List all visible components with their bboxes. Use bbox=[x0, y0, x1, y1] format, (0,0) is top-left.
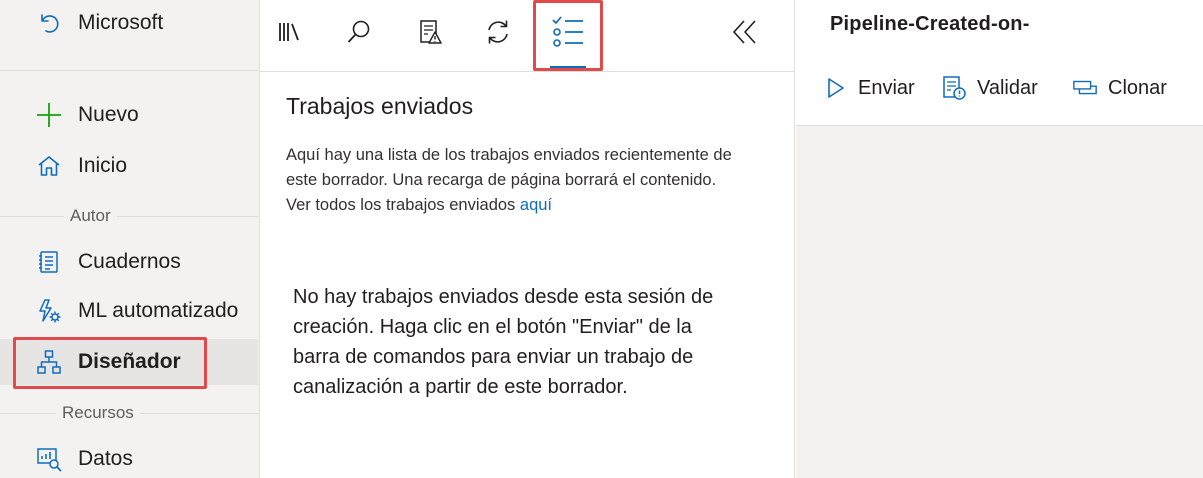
data-icon bbox=[36, 446, 62, 472]
validate-label: Validar bbox=[977, 76, 1038, 99]
back-label: Microsoft bbox=[78, 11, 164, 34]
refresh-icon bbox=[484, 18, 512, 51]
automated-ml-icon bbox=[36, 298, 62, 324]
submitted-jobs-button[interactable] bbox=[546, 12, 590, 56]
pipeline-canvas-area: Pipeline-Created-on- Enviar Validar Clon… bbox=[796, 0, 1203, 478]
refresh-button[interactable] bbox=[476, 12, 520, 56]
section-label-recursos: Recursos bbox=[56, 403, 140, 423]
nav-item-disenador[interactable]: Diseñador bbox=[0, 339, 258, 385]
back-to-microsoft-button[interactable]: Microsoft bbox=[0, 0, 258, 46]
nav-item-datos[interactable]: Datos bbox=[0, 436, 258, 478]
validate-doc-icon bbox=[941, 75, 967, 101]
view-all-jobs-link[interactable]: aquí bbox=[520, 196, 552, 214]
nav-item-label: Nuevo bbox=[78, 103, 139, 126]
nav-item-nuevo[interactable]: Nuevo bbox=[0, 92, 258, 138]
home-icon bbox=[36, 153, 62, 179]
collapse-panel-button[interactable] bbox=[722, 12, 766, 56]
nav-item-label: Cuadernos bbox=[78, 250, 181, 273]
designer-icon bbox=[36, 349, 62, 375]
back-arrow-icon bbox=[36, 10, 62, 36]
library-button[interactable] bbox=[268, 12, 312, 56]
plus-icon bbox=[36, 102, 62, 128]
nav-item-label: Datos bbox=[78, 447, 133, 470]
validation-button[interactable] bbox=[408, 12, 452, 56]
nav-item-cuadernos[interactable]: Cuadernos bbox=[0, 239, 258, 285]
section-label-autor: Autor bbox=[64, 206, 117, 226]
play-icon bbox=[822, 75, 848, 101]
nav-item-label: ML automatizado bbox=[78, 299, 239, 322]
panel-toolbar bbox=[260, 0, 795, 72]
empty-line: barra de comandos para enviar un trabajo… bbox=[293, 346, 694, 368]
view-all-text: Ver todos los trabajos enviados bbox=[286, 196, 516, 214]
clone-button[interactable]: Clonar bbox=[1072, 74, 1167, 102]
submit-button[interactable]: Enviar bbox=[822, 74, 915, 102]
search-button[interactable] bbox=[337, 12, 381, 56]
nav-item-inicio[interactable]: Inicio bbox=[0, 143, 258, 189]
panel-description: Aquí hay una lista de los trabajos envia… bbox=[286, 143, 791, 218]
active-tab-indicator bbox=[550, 66, 586, 69]
left-navigation: Microsoft Nuevo Inicio Autor Cuadernos M… bbox=[0, 0, 260, 478]
empty-line: canalización a partir de este borrador. bbox=[293, 376, 628, 398]
notebook-icon bbox=[36, 249, 62, 275]
submit-label: Enviar bbox=[858, 76, 915, 99]
validate-button[interactable]: Validar bbox=[941, 74, 1038, 102]
description-line: este borrador. Una recarga de página bor… bbox=[286, 171, 717, 189]
nav-item-label: Diseñador bbox=[78, 350, 181, 373]
submitted-jobs-panel: Trabajos enviados Aquí hay una lista de … bbox=[260, 0, 795, 478]
search-icon bbox=[346, 19, 372, 50]
clone-icon bbox=[1072, 75, 1098, 101]
validate-icon bbox=[417, 19, 443, 50]
description-line: Ver todos los trabajos enviados aquí bbox=[286, 193, 791, 218]
empty-state-message: No hay trabajos enviados desde esta sesi… bbox=[293, 282, 763, 402]
submitted-jobs-icon bbox=[551, 15, 585, 54]
empty-line: No hay trabajos enviados desde esta sesi… bbox=[293, 286, 714, 308]
clone-label: Clonar bbox=[1108, 76, 1167, 99]
nav-item-label: Inicio bbox=[78, 154, 128, 177]
nav-divider bbox=[0, 70, 258, 71]
pipeline-title[interactable]: Pipeline-Created-on- bbox=[830, 13, 1030, 36]
nav-item-ml-automatizado[interactable]: ML automatizado bbox=[0, 288, 258, 334]
empty-line: creación. Haga clic en el botón "Enviar"… bbox=[293, 316, 692, 338]
description-line: Aquí hay una lista de los trabajos envia… bbox=[286, 146, 732, 164]
library-icon bbox=[277, 19, 303, 50]
panel-title: Trabajos enviados bbox=[286, 93, 474, 119]
nav-divider bbox=[0, 216, 258, 217]
pipeline-header: Pipeline-Created-on- Enviar Validar Clon… bbox=[796, 0, 1203, 126]
double-chevron-left-icon bbox=[730, 18, 758, 51]
